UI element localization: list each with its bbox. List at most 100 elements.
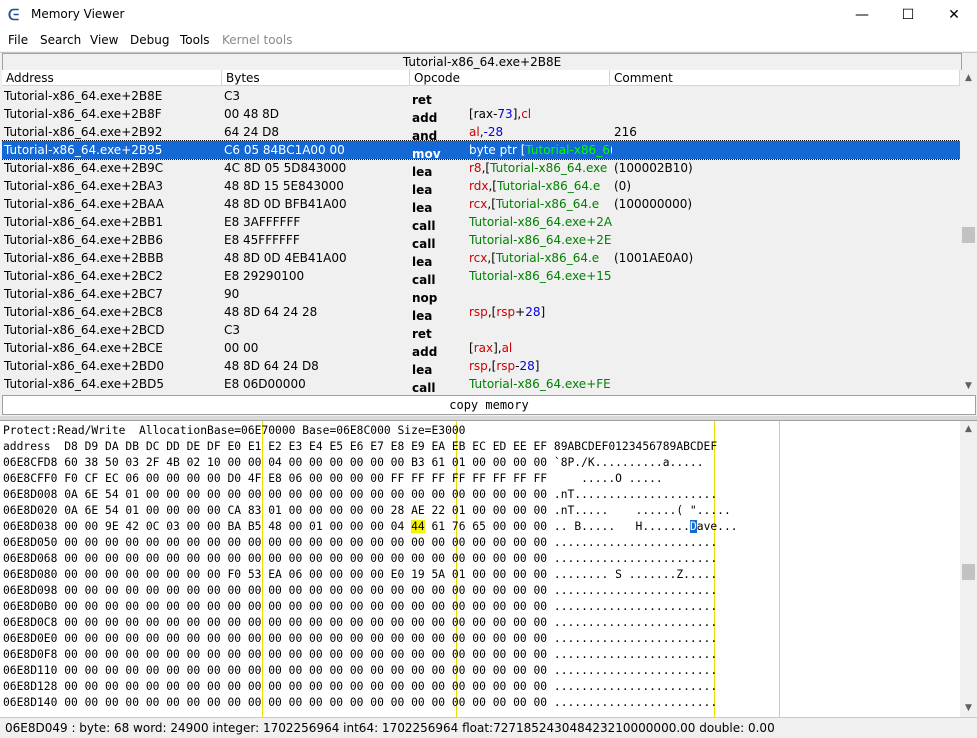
hex-row[interactable]: 06E8D0E0 00 00 00 00 00 00 00 00 00 00 0… — [3, 631, 717, 647]
hex-row[interactable]: 06E8D098 00 00 00 00 00 00 00 00 00 00 0… — [3, 583, 717, 599]
hex-row[interactable]: 06E8D128 00 00 00 00 00 00 00 00 00 00 0… — [3, 679, 717, 695]
scroll-up-icon[interactable]: ▲ — [960, 421, 977, 438]
row-address: Tutorial-x86_64.exe+2BAA — [4, 197, 164, 211]
menu-search[interactable]: Search — [40, 33, 81, 47]
hex-row[interactable]: 06E8D068 00 00 00 00 00 00 00 00 00 00 0… — [3, 551, 717, 567]
hex-view-panel[interactable]: Protect:Read/Write AllocationBase=06E700… — [0, 420, 977, 717]
row-operands: Tutorial-x86_64.exe+15 — [469, 269, 612, 283]
row-bytes: 48 8D 64 24 D8 — [224, 359, 319, 373]
scroll-thumb[interactable] — [962, 564, 975, 580]
hex-scrollbar[interactable]: ▲ ▼ — [960, 421, 977, 717]
row-bytes: E8 45FFFFFF — [224, 233, 300, 247]
hex-row[interactable]: 06E8CFF0 F0 CF EC 06 00 00 00 00 D0 4F E… — [3, 471, 663, 487]
scroll-up-icon[interactable]: ▲ — [960, 70, 977, 87]
disassembly-row[interactable]: Tutorial-x86_64.exe+2BB6 E8 45FFFFFF call T… — [2, 231, 960, 251]
scroll-thumb[interactable] — [962, 227, 975, 243]
minimize-button[interactable]: — — [839, 0, 885, 30]
disassembler-address-header[interactable]: Tutorial-x86_64.exe+2B8E — [2, 53, 962, 71]
maximize-button[interactable]: ☐ — [885, 0, 931, 30]
hex-header: address D8 D9 DA DB DC DD DE DF E0 E1 E2… — [3, 440, 718, 453]
disassembly-row[interactable]: Tutorial-x86_64.exe+2BA3 48 8D 15 5E84300… — [2, 177, 960, 197]
hex-info-line: Protect:Read/Write AllocationBase=06E700… — [3, 424, 466, 437]
row-bytes: C6 05 84BC1A00 00 — [224, 143, 345, 157]
row-bytes: 00 48 8D — [224, 107, 280, 121]
disassembly-row[interactable]: Tutorial-x86_64.exe+2B9C 4C 8D 05 5D84300… — [2, 159, 960, 179]
selected-byte[interactable]: 44 — [411, 520, 425, 533]
row-operands: rdx,[Tutorial-x86_64.e — [469, 179, 601, 193]
row-operands: Tutorial-x86_64.exe+2A — [469, 215, 612, 229]
row-address: Tutorial-x86_64.exe+2BD0 — [4, 359, 164, 373]
disassembly-row[interactable]: Tutorial-x86_64.exe+2BD0 48 8D 64 24 D8 le… — [2, 357, 960, 377]
disassembler-panel: Tutorial-x86_64.exe+2B8E Address Bytes O… — [0, 52, 977, 396]
disassembly-row[interactable]: Tutorial-x86_64.exe+2B92 64 24 D8 and al,-2… — [2, 123, 960, 143]
copy-memory-button[interactable]: copy memory — [2, 395, 976, 415]
hex-row[interactable]: 06E8D080 00 00 00 00 00 00 00 00 F0 53 E… — [3, 567, 717, 583]
hex-row[interactable]: 06E8D140 00 00 00 00 00 00 00 00 00 00 0… — [3, 695, 717, 711]
row-operands: Tutorial-x86_64.exe+FE — [469, 377, 611, 391]
column-opcode[interactable]: Opcode — [410, 70, 610, 86]
hex-row[interactable]: 06E8D008 0A 6E 54 01 00 00 00 00 00 00 0… — [3, 487, 717, 503]
row-opcode: call — [412, 381, 436, 394]
row-operands: byte ptr [Tutorial-x86_6(0),0 — [469, 143, 612, 157]
hex-row[interactable]: 06E8D0B0 00 00 00 00 00 00 00 00 00 00 0… — [3, 599, 717, 615]
column-address[interactable]: Address — [2, 70, 222, 86]
row-operands: r8,[Tutorial-x86_64.exe — [469, 161, 608, 175]
row-operands: rsp,[rsp+28] — [469, 305, 546, 319]
hex-row[interactable]: 06E8D038 00 00 9E 42 0C 03 00 00 BA B5 4… — [3, 519, 738, 535]
disassembly-row[interactable]: Tutorial-x86_64.exe+2B95 C6 05 84BC1A00 0… — [2, 140, 960, 161]
scroll-down-icon[interactable]: ▼ — [960, 700, 977, 717]
row-comment: (100000000) — [614, 197, 693, 211]
row-operands: al,-28 — [469, 125, 504, 139]
disassembly-row[interactable]: Tutorial-x86_64.exe+2BC2 E8 29290100 call T… — [2, 267, 960, 287]
menu-view[interactable]: View — [90, 33, 118, 47]
hex-row[interactable]: 06E8D020 0A 6E 54 01 00 00 00 00 CA 83 0… — [3, 503, 731, 519]
hex-row[interactable]: 06E8D0C8 00 00 00 00 00 00 00 00 00 00 0… — [3, 615, 717, 631]
window-title: Memory Viewer — [31, 7, 125, 21]
disassembly-row[interactable]: Tutorial-x86_64.exe+2B8E C3 ret — [2, 87, 960, 107]
disassembly-row[interactable]: Tutorial-x86_64.exe+2BC8 48 8D 64 24 28 le… — [2, 303, 960, 323]
row-bytes: 48 8D 15 5E843000 — [224, 179, 344, 193]
row-comment: (100002B10) — [614, 161, 693, 175]
disassembly-list[interactable]: Tutorial-x86_64.exe+2B8E C3 ret Tutorial-x8… — [2, 87, 960, 394]
title-bar: ᕮ Memory Viewer — ☐ ✕ — [0, 0, 977, 30]
scroll-down-icon[interactable]: ▼ — [960, 378, 977, 395]
row-comment: (1001AE0A0) — [614, 251, 694, 265]
close-button[interactable]: ✕ — [931, 0, 977, 30]
row-comment: 216 — [614, 125, 637, 139]
disassembly-row[interactable]: Tutorial-x86_64.exe+2BCD C3 ret — [2, 321, 960, 341]
disassembler-scrollbar[interactable]: ▲ ▼ — [960, 70, 977, 395]
column-comment[interactable]: Comment — [610, 70, 960, 86]
disassembly-row[interactable]: Tutorial-x86_64.exe+2BAA 48 8D 0D BFB41A0… — [2, 195, 960, 215]
row-address: Tutorial-x86_64.exe+2BA3 — [4, 179, 163, 193]
hex-row[interactable]: 06E8CFD8 60 38 50 03 2F 4B 02 10 00 00 0… — [3, 455, 704, 471]
hex-row[interactable]: 06E8D050 00 00 00 00 00 00 00 00 00 00 0… — [3, 535, 717, 551]
hex-row[interactable]: 06E8D110 00 00 00 00 00 00 00 00 00 00 0… — [3, 663, 717, 679]
row-address: Tutorial-x86_64.exe+2BBB — [4, 251, 164, 265]
row-operands: rsp,[rsp-28] — [469, 359, 540, 373]
row-bytes: 64 24 D8 — [224, 125, 280, 139]
disassembly-row[interactable]: Tutorial-x86_64.exe+2BC7 90 nop — [2, 285, 960, 305]
row-bytes: 48 8D 64 24 28 — [224, 305, 318, 319]
menu-debug[interactable]: Debug — [130, 33, 169, 47]
hex-row[interactable]: 06E8D0F8 00 00 00 00 00 00 00 00 00 00 0… — [3, 647, 717, 663]
row-comment: (0) — [614, 179, 631, 193]
disassembly-row[interactable]: Tutorial-x86_64.exe+2BD5 E8 06D00000 call T… — [2, 375, 960, 394]
row-bytes: C3 — [224, 89, 241, 103]
menu-kernel-tools: Kernel tools — [222, 33, 293, 47]
row-bytes: E8 06D00000 — [224, 377, 306, 391]
column-bytes[interactable]: Bytes — [222, 70, 410, 86]
disassembly-row[interactable]: Tutorial-x86_64.exe+2BCE 00 00 add [rax],al — [2, 339, 960, 359]
disassembly-row[interactable]: Tutorial-x86_64.exe+2BBB 48 8D 0D 4EB41A0… — [2, 249, 960, 269]
row-operands: rcx,[Tutorial-x86_64.e — [469, 251, 600, 265]
menu-file[interactable]: File — [8, 33, 28, 47]
menu-bar: File Search View Debug Tools Kernel tool… — [0, 30, 977, 51]
row-address: Tutorial-x86_64.exe+2B92 — [4, 125, 163, 139]
disassembly-row[interactable]: Tutorial-x86_64.exe+2B8F 00 48 8D add [rax-… — [2, 105, 960, 125]
ascii-cursor[interactable]: D — [689, 520, 697, 533]
status-bar: 06E8D049 : byte: 68 word: 24900 integer:… — [0, 717, 977, 738]
row-bytes: E8 29290100 — [224, 269, 305, 283]
menu-tools[interactable]: Tools — [180, 33, 210, 47]
row-bytes: 48 8D 0D BFB41A00 — [224, 197, 347, 211]
row-address: Tutorial-x86_64.exe+2B95 — [4, 143, 163, 157]
disassembly-row[interactable]: Tutorial-x86_64.exe+2BB1 E8 3AFFFFFF call T… — [2, 213, 960, 233]
